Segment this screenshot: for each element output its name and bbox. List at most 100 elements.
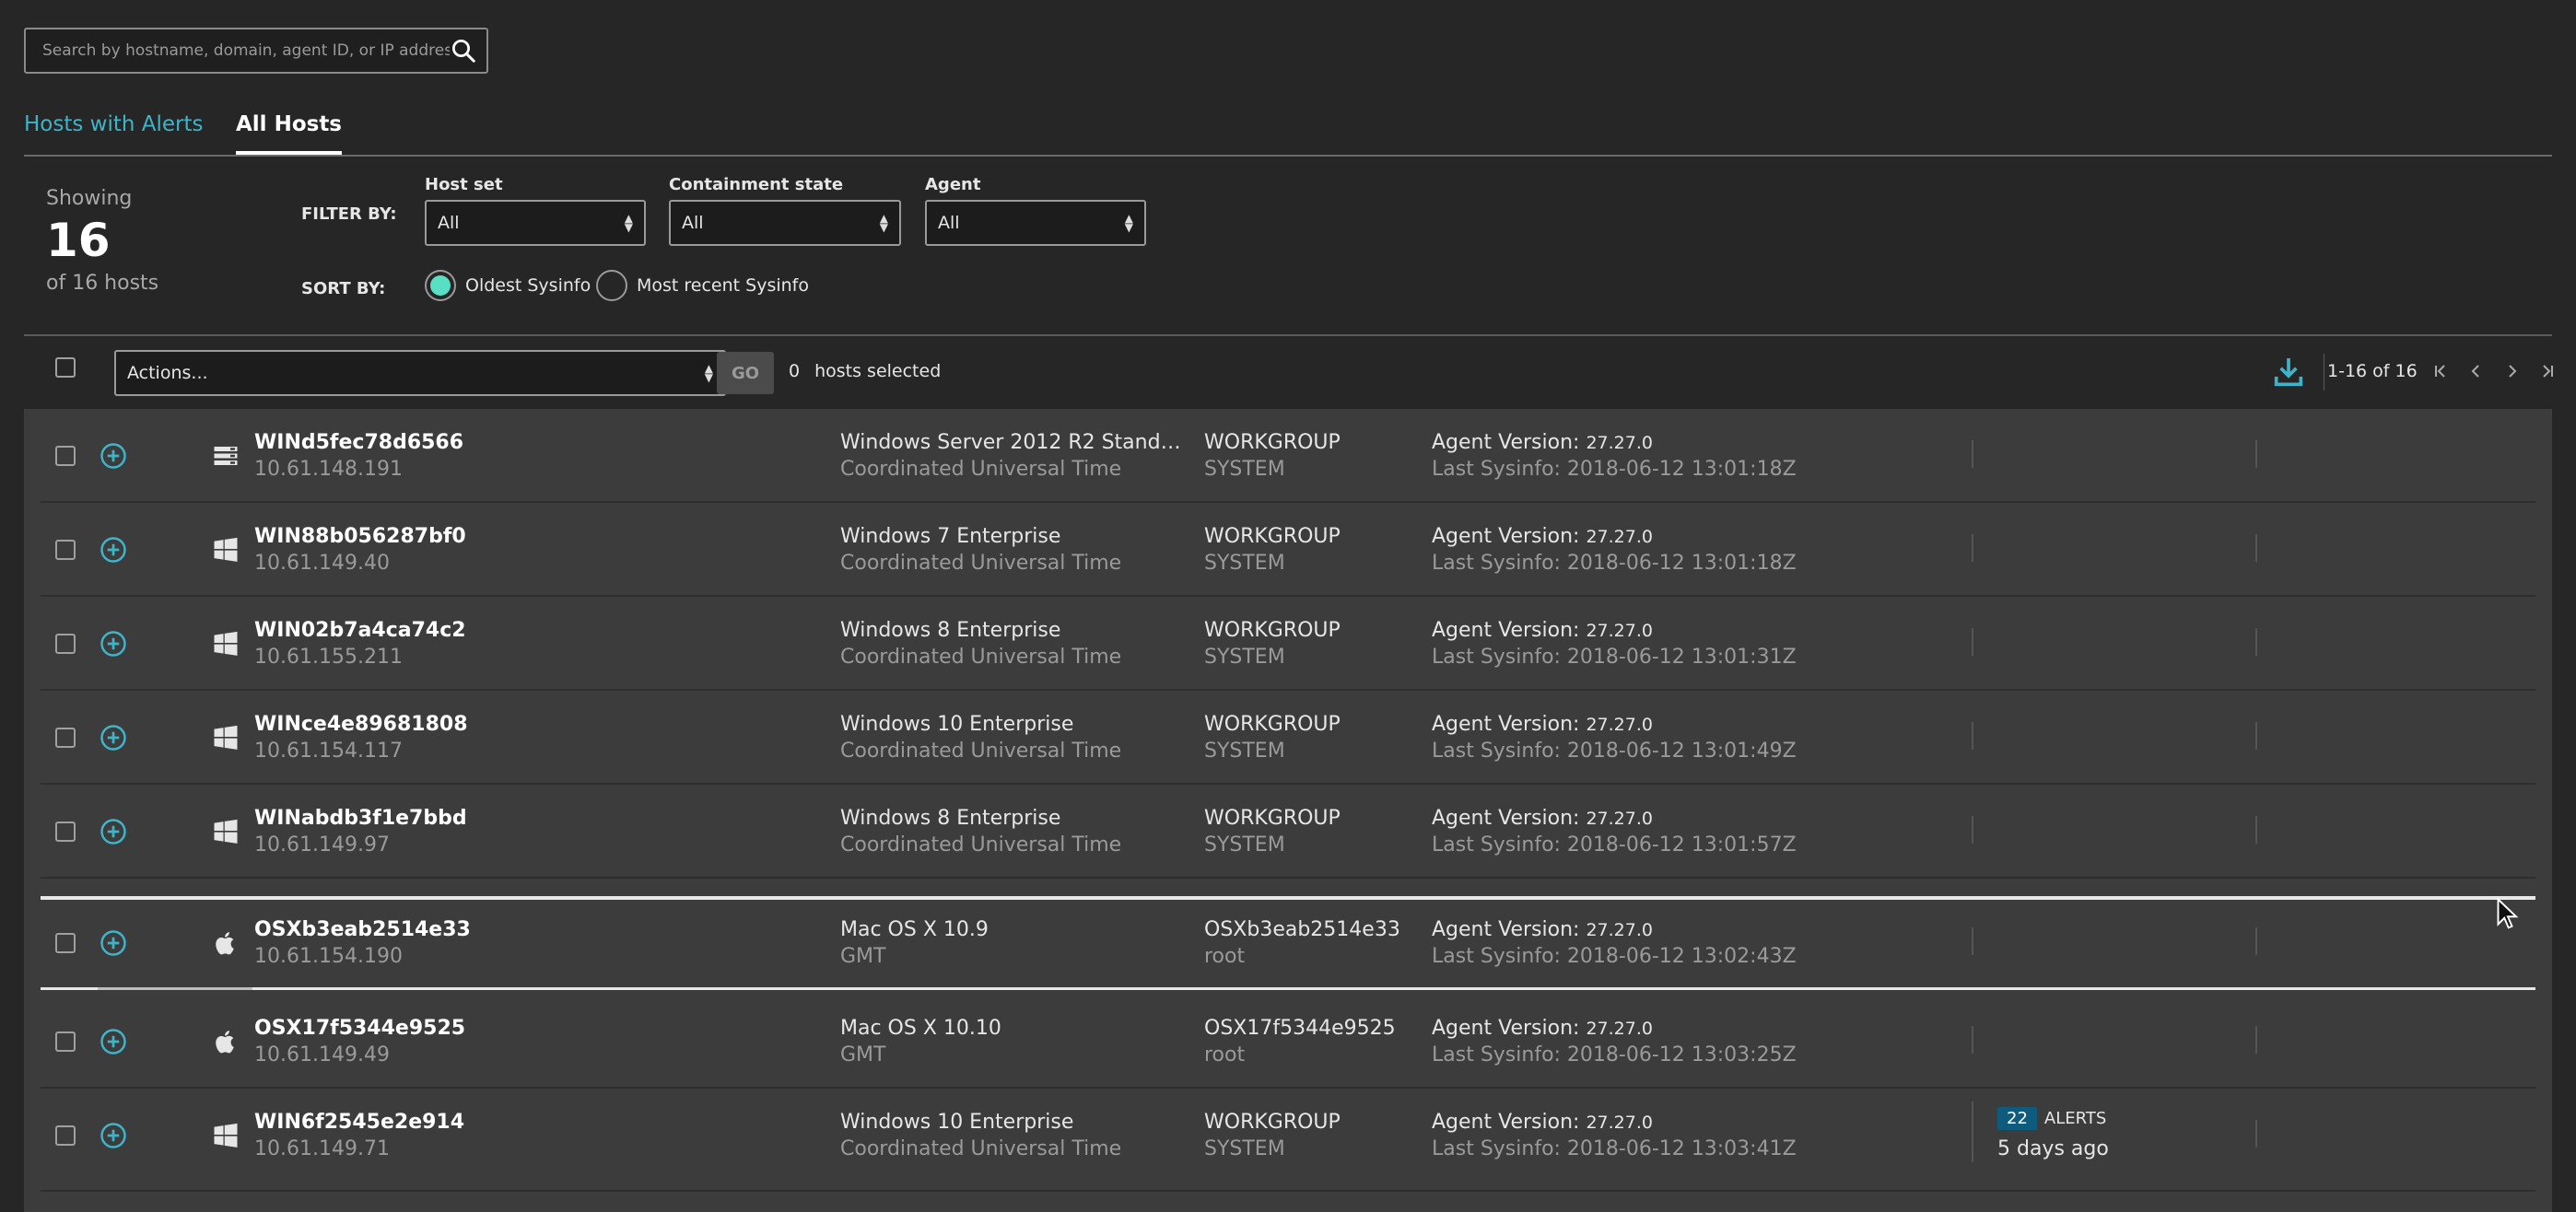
hostname-link[interactable]: WIN6f2545e2e914 xyxy=(254,1111,464,1134)
expand-plus-icon[interactable] xyxy=(100,818,127,845)
table-row[interactable]: WIN6f2545e2e914 10.61.149.71 Windows 10 … xyxy=(41,1089,2535,1192)
table-row[interactable]: WINabdb3f1e7bbd 10.61.149.97 Windows 8 E… xyxy=(41,785,2535,879)
agent-version-label: Agent Version: xyxy=(1432,619,1580,642)
expand-plus-icon[interactable] xyxy=(100,1028,127,1055)
select-arrows-icon: ▲ ▼ xyxy=(879,212,888,234)
row-checkbox[interactable] xyxy=(55,634,76,654)
prev-page-icon[interactable] xyxy=(2462,357,2489,385)
hostname-link[interactable]: WIN88b056287bf0 xyxy=(254,525,466,548)
first-page-icon[interactable] xyxy=(2427,357,2454,385)
agent-version-line: Agent Version: 27.27.0 xyxy=(1432,1017,1797,1040)
actions-select[interactable]: Actions... ▲ ▼ xyxy=(114,350,726,396)
agent-select[interactable]: All ▲ ▼ xyxy=(925,200,1146,246)
row-checkbox[interactable] xyxy=(55,933,76,953)
expand-plus-icon[interactable] xyxy=(100,1122,127,1149)
timezone: Coordinated Universal Time xyxy=(840,646,1122,669)
server-icon xyxy=(214,447,238,465)
search-icon[interactable] xyxy=(450,37,477,64)
alert-age: 5 days ago xyxy=(1997,1137,2109,1160)
sort-oldest-radio[interactable]: Oldest Sysinfo xyxy=(425,270,591,301)
hostname-link[interactable]: OSXb3eab2514e33 xyxy=(254,918,471,941)
host-ip: 10.61.149.97 xyxy=(254,833,390,857)
sort-recent-radio[interactable]: Most recent Sysinfo xyxy=(596,270,809,301)
os-cell: Windows 7 Enterprise Coordinated Univers… xyxy=(840,525,1181,575)
hostname-link[interactable]: WINabdb3f1e7bbd xyxy=(254,807,467,830)
radio-selected-icon[interactable] xyxy=(425,270,456,301)
expand-plus-icon[interactable] xyxy=(100,630,127,658)
os-name: Windows 10 Enterprise xyxy=(840,713,1074,736)
agent-version-line: Agent Version: 27.27.0 xyxy=(1432,1111,1797,1134)
table-row[interactable]: WINce4e89681808 10.61.154.117 Windows 10… xyxy=(41,691,2535,785)
alert-count-badge[interactable]: 22 xyxy=(1997,1107,2037,1130)
selected-count-label: hosts selected xyxy=(814,361,942,381)
go-button[interactable]: GO xyxy=(717,352,774,394)
last-sysinfo: Last Sysinfo: 2018-06-12 13:01:31Z xyxy=(1432,646,1797,669)
tab-bar: Hosts with Alerts All Hosts xyxy=(24,109,2552,157)
search-box[interactable] xyxy=(24,28,488,74)
expand-plus-icon[interactable] xyxy=(100,724,127,752)
hostname-link[interactable]: WINce4e89681808 xyxy=(254,713,468,736)
host-set-select[interactable]: All ▲ ▼ xyxy=(425,200,646,246)
last-sysinfo: Last Sysinfo: 2018-06-12 13:02:43Z xyxy=(1432,945,1797,968)
windows-icon xyxy=(214,725,238,750)
table-row[interactable]: WIN88b056287bf0 10.61.149.40 Windows 7 E… xyxy=(41,503,2535,597)
row-checkbox[interactable] xyxy=(55,1125,76,1146)
row-checkbox[interactable] xyxy=(55,728,76,748)
table-row[interactable]: OSXb3eab2514e33 10.61.154.190 Mac OS X 1… xyxy=(41,896,2535,990)
last-page-icon[interactable] xyxy=(2534,357,2561,385)
download-icon[interactable] xyxy=(2270,354,2307,390)
os-name: Mac OS X 10.9 xyxy=(840,918,989,941)
tab-hosts-with-alerts[interactable]: Hosts with Alerts xyxy=(24,112,204,151)
column-separator xyxy=(2255,927,2257,955)
row-checkbox[interactable] xyxy=(55,822,76,842)
domain: WORKGROUP xyxy=(1204,807,1341,830)
row-checkbox[interactable] xyxy=(55,446,76,466)
domain-cell: WORKGROUP SYSTEM xyxy=(1204,431,1341,481)
table-row[interactable]: WIN02b7a4ca74c2 10.61.155.211 Windows 8 … xyxy=(41,597,2535,691)
divider xyxy=(24,334,2552,336)
sort-by-label: SORT BY: xyxy=(301,279,386,298)
timezone: Coordinated Universal Time xyxy=(840,833,1122,857)
column-separator xyxy=(2255,1026,2257,1054)
tab-all-hosts[interactable]: All Hosts xyxy=(236,112,342,155)
agent-cell: Agent Version: 27.27.0 Last Sysinfo: 201… xyxy=(1432,807,1797,857)
agent-version-line: Agent Version: 27.27.0 xyxy=(1432,713,1797,736)
timezone: GMT xyxy=(840,1043,886,1066)
containment-select[interactable]: All ▲ ▼ xyxy=(669,200,901,246)
os-cell: Mac OS X 10.9 GMT xyxy=(840,918,1181,968)
timezone: GMT xyxy=(840,945,886,968)
table-row[interactable]: WINd5fec78d6566 10.61.148.191 Windows Se… xyxy=(41,409,2535,503)
agent-version: 27.27.0 xyxy=(1586,1019,1653,1039)
hostname-link[interactable]: OSX17f5344e9525 xyxy=(254,1017,465,1040)
agent-label: Agent xyxy=(925,175,981,194)
expand-plus-icon[interactable] xyxy=(100,929,127,957)
row-checkbox[interactable] xyxy=(55,540,76,560)
agent-version-label: Agent Version: xyxy=(1432,525,1580,548)
os-cell: Mac OS X 10.10 GMT xyxy=(840,1017,1181,1066)
expand-plus-icon[interactable] xyxy=(100,442,127,470)
column-separator xyxy=(2255,440,2257,468)
radio-unselected-icon[interactable] xyxy=(596,270,627,301)
agent-version-label: Agent Version: xyxy=(1432,1111,1580,1134)
next-page-icon[interactable] xyxy=(2499,357,2526,385)
host-ip: 10.61.154.190 xyxy=(254,945,403,968)
user: SYSTEM xyxy=(1204,833,1285,857)
select-all-checkbox[interactable] xyxy=(55,357,76,378)
agent-version-label: Agent Version: xyxy=(1432,713,1580,736)
expand-plus-icon[interactable] xyxy=(100,536,127,564)
row-checkbox[interactable] xyxy=(55,1031,76,1052)
showing-label: Showing xyxy=(46,187,133,210)
user: SYSTEM xyxy=(1204,646,1285,669)
domain-cell: WORKGROUP SYSTEM xyxy=(1204,807,1341,857)
last-sysinfo: Last Sysinfo: 2018-06-12 13:01:49Z xyxy=(1432,740,1797,763)
domain-cell: WORKGROUP SYSTEM xyxy=(1204,619,1341,669)
host-summary: Showing 16 of 16 hosts xyxy=(46,187,158,295)
search-input[interactable] xyxy=(42,41,450,60)
agent-value: All xyxy=(938,213,960,233)
hostname-link[interactable]: WIN02b7a4ca74c2 xyxy=(254,619,466,642)
table-row[interactable]: OSX17f5344e9525 10.61.149.49 Mac OS X 10… xyxy=(41,995,2535,1089)
alerts-cell[interactable]: 22 ALERTS 5 days ago xyxy=(1997,1107,2109,1160)
total-hosts-label: of 16 hosts xyxy=(46,272,159,295)
column-separator xyxy=(1972,722,1973,750)
hostname-link[interactable]: WINd5fec78d6566 xyxy=(254,431,463,454)
